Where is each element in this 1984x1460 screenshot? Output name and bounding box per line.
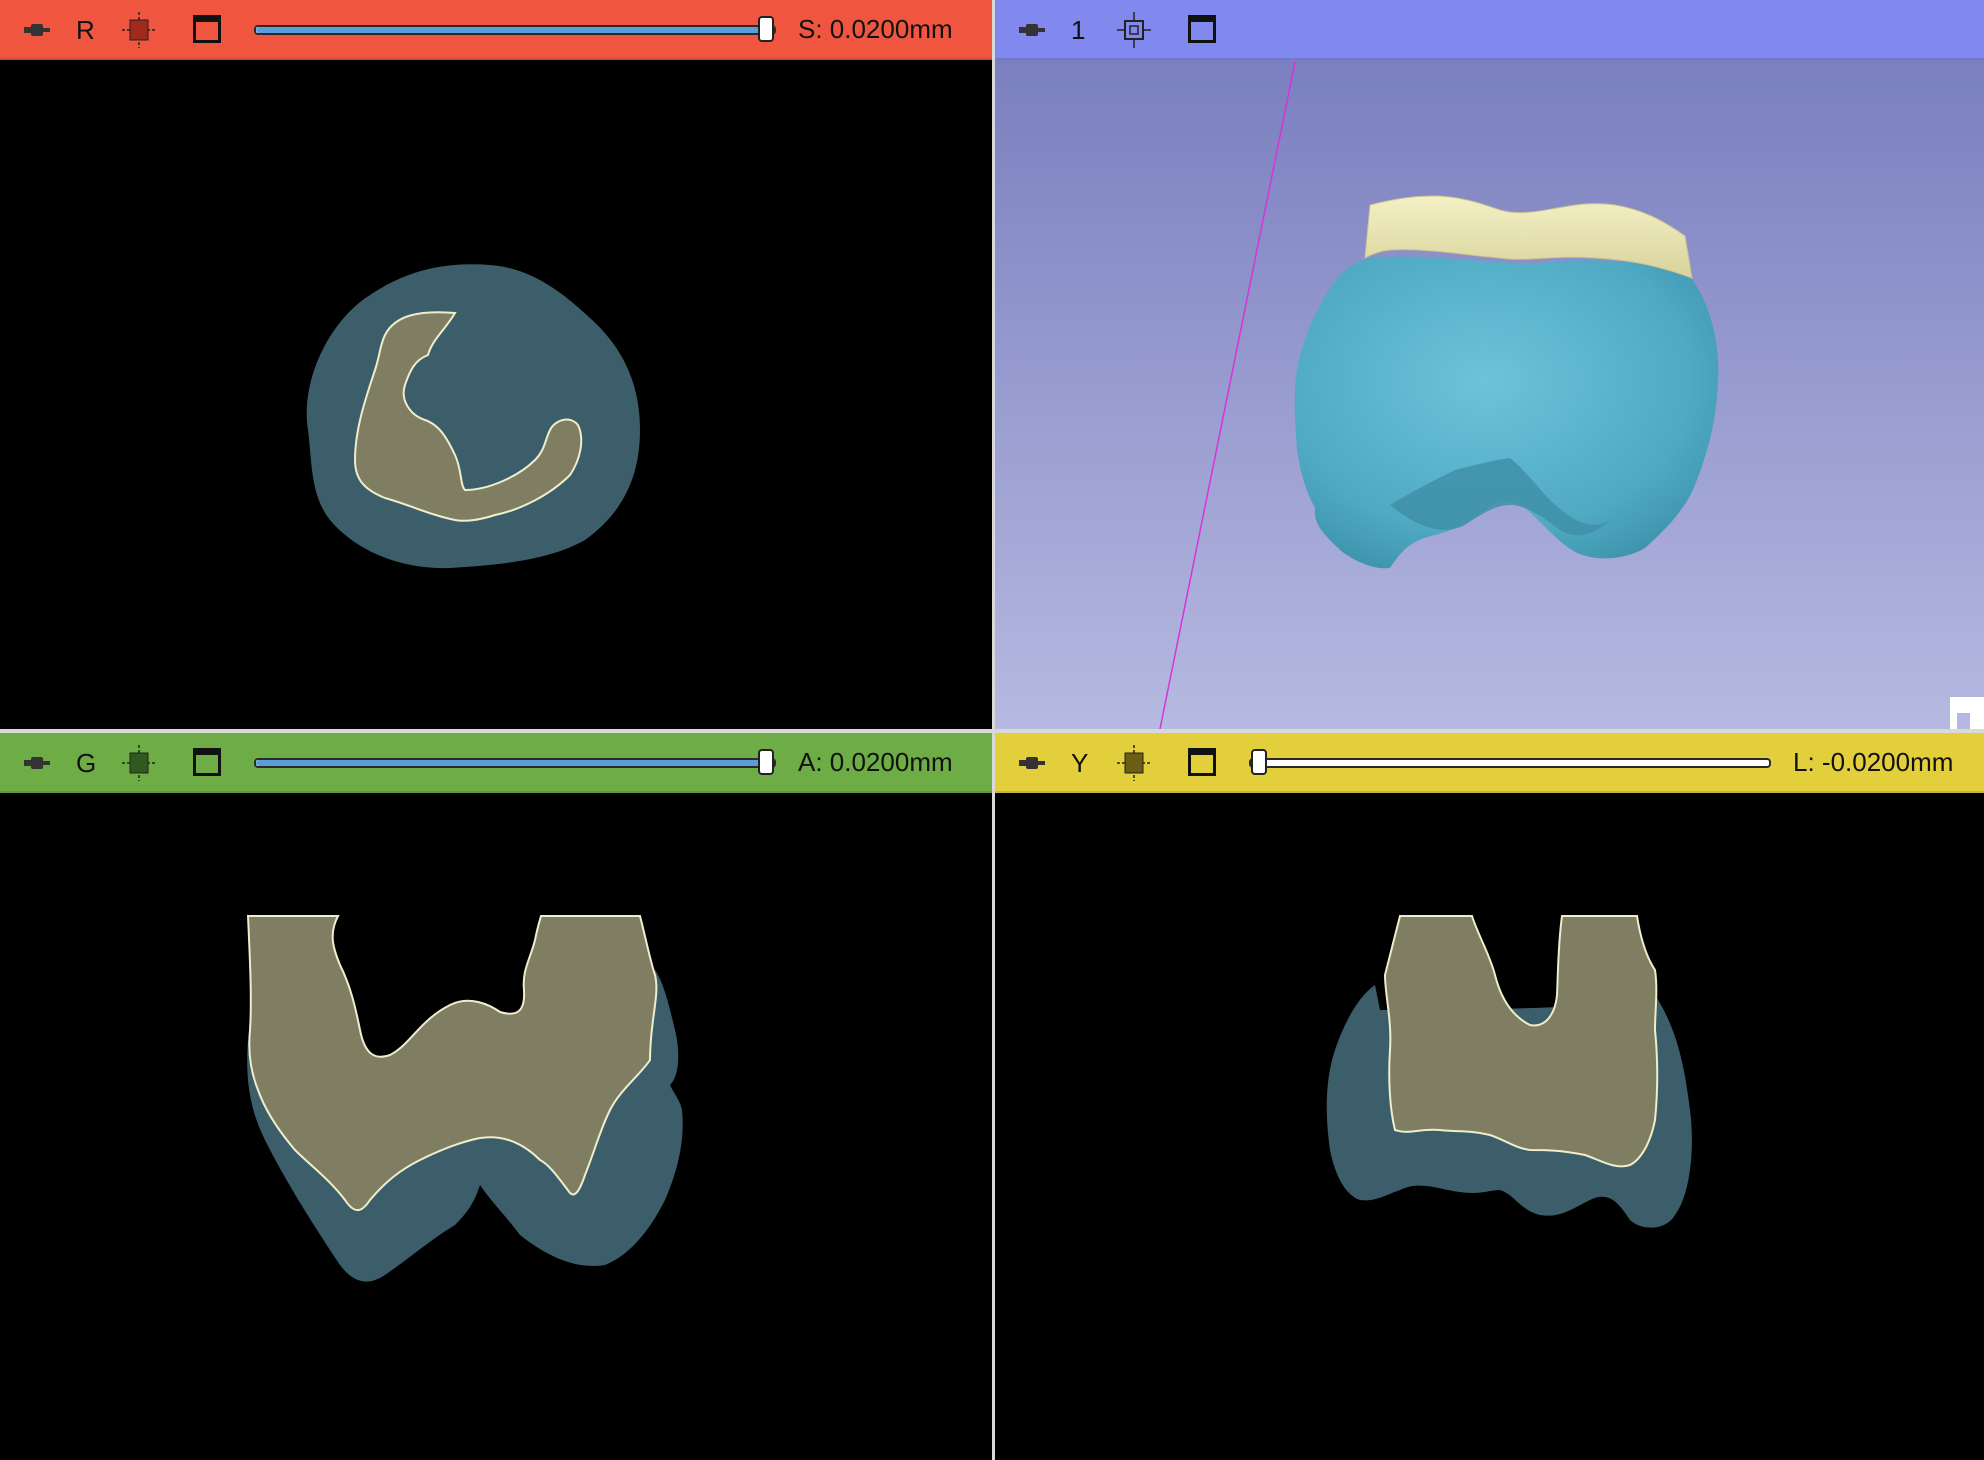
view-label: R <box>76 15 95 45</box>
layer-visibility-icon[interactable] <box>122 745 156 781</box>
layer-visibility-icon[interactable] <box>1117 745 1151 781</box>
yellow-view-controller-bar: Y L: -0.0200mm <box>995 733 1984 793</box>
slice-offset-value: A: 0.0200mm <box>798 747 953 777</box>
center-view-icon[interactable] <box>1117 12 1151 48</box>
red-slice-image[interactable] <box>0 60 992 729</box>
three-d-view[interactable]: 1 <box>995 0 1984 729</box>
slice-offset-value: S: 0.0200mm <box>798 14 953 44</box>
red-view-controller-bar: R S: 0.0200mm <box>0 0 992 60</box>
maximize-view-icon[interactable] <box>1188 15 1216 43</box>
slice-offset-value: L: -0.0200mm <box>1793 747 1954 777</box>
slice-offset-slider[interactable] <box>1249 749 1771 775</box>
three-d-render[interactable] <box>995 60 1984 729</box>
slider-handle[interactable] <box>758 16 774 42</box>
inner-segment <box>1383 915 1659 1168</box>
maximize-view-icon[interactable] <box>1188 748 1216 776</box>
view-label: G <box>76 748 97 778</box>
green-view-controller-bar: G A: 0.0200mm <box>0 733 992 793</box>
pin-icon[interactable] <box>22 751 52 775</box>
slider-fill <box>256 760 774 766</box>
layer-visibility-icon[interactable] <box>122 12 156 48</box>
green-slice-view[interactable]: G A: 0.0200mm <box>0 733 992 1460</box>
slider-handle[interactable] <box>758 749 774 775</box>
slider-fill <box>256 27 774 33</box>
outer-segment <box>306 264 640 569</box>
threed-view-controller-bar: 1 <box>995 0 1984 60</box>
red-slice-view[interactable]: R S: 0.0200mm <box>0 0 992 729</box>
maximize-view-icon[interactable] <box>193 15 221 43</box>
slice-offset-slider[interactable] <box>254 749 776 775</box>
view-label: Y <box>1071 748 1089 778</box>
yellow-slice-image[interactable] <box>995 793 1984 1460</box>
maximize-view-icon[interactable] <box>193 748 221 776</box>
view-separator-horizontal <box>0 729 1984 733</box>
slice-offset-slider[interactable] <box>254 16 776 42</box>
yellow-slice-view[interactable]: Y L: -0.0200mm <box>995 733 1984 1460</box>
slider-handle[interactable] <box>1251 749 1267 775</box>
pin-icon[interactable] <box>1017 751 1047 775</box>
pin-icon[interactable] <box>1017 18 1047 42</box>
pin-icon[interactable] <box>22 18 52 42</box>
green-slice-image[interactable] <box>0 793 992 1460</box>
view-label: 1 <box>1071 15 1086 45</box>
